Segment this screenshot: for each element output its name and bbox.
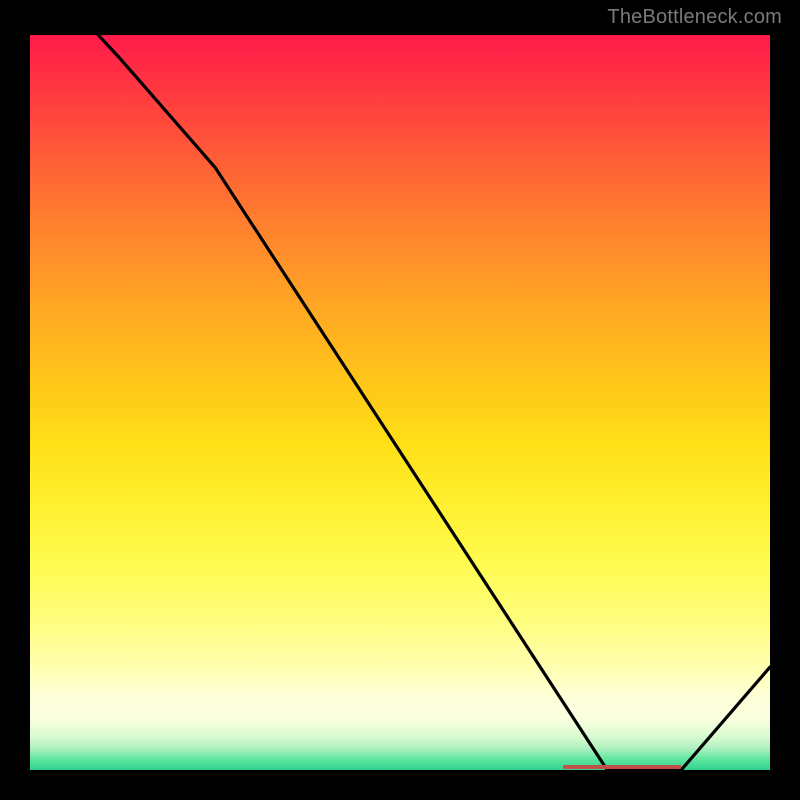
bottleneck-curve-line <box>30 35 770 770</box>
optimal-range-marker <box>563 765 681 769</box>
source-attribution: TheBottleneck.com <box>607 6 782 29</box>
chart-plot-area <box>30 35 770 770</box>
bottleneck-chart <box>30 35 770 770</box>
